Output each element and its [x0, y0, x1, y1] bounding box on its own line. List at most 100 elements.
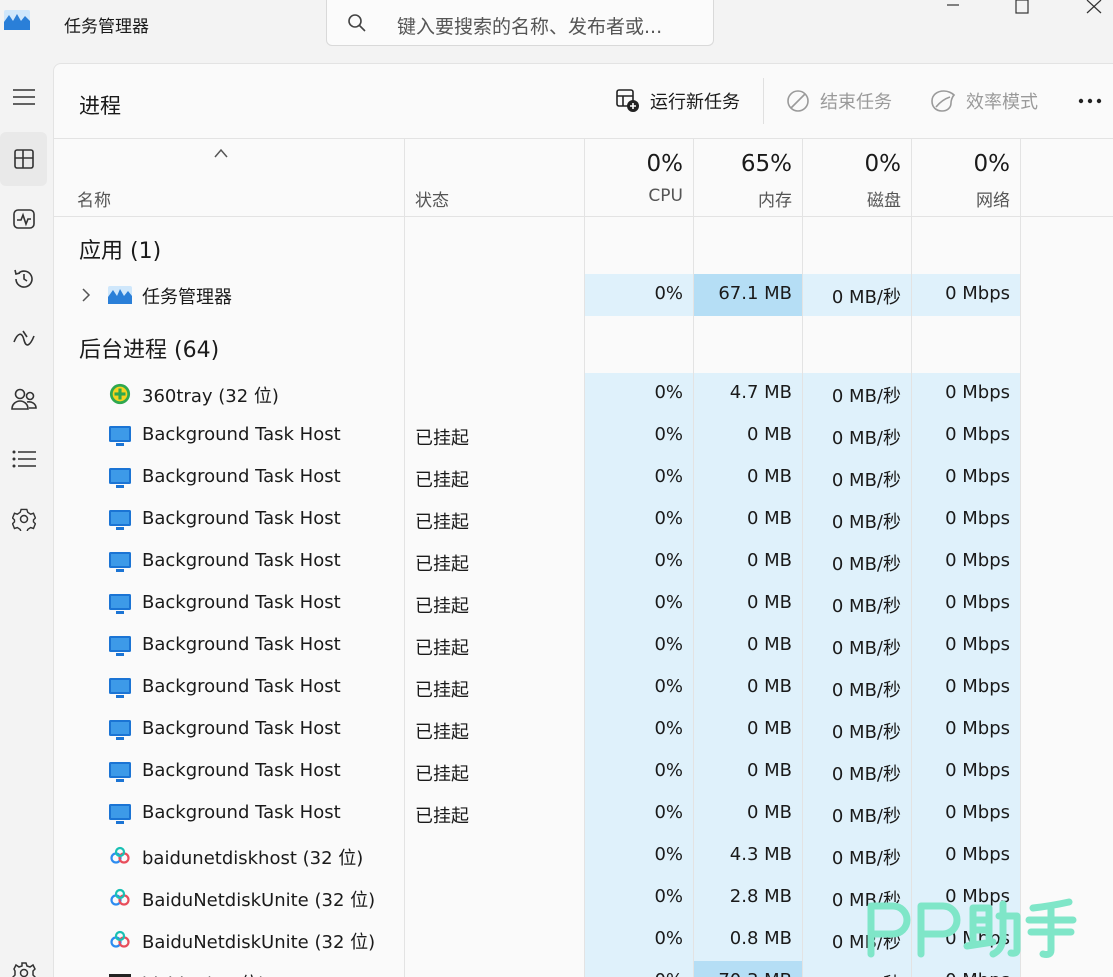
nav-menu-button[interactable] [0, 70, 47, 124]
baidu-netdisk-icon [110, 930, 130, 948]
column-header-name[interactable]: 名称 [77, 186, 111, 211]
table-row[interactable]: bizhiw (32 位) 0% 70.3 MB 0 MB/秒 0 Mbps [54, 961, 1113, 977]
process-name: Background Task Host [142, 424, 341, 445]
nav-item-processes[interactable] [0, 132, 47, 186]
process-disk: 0 MB/秒 [831, 638, 901, 659]
process-network: 0 Mbps [945, 802, 1010, 823]
table-row[interactable]: BaiduNetdiskUnite (32 位) 0% 0.8 MB 0 MB/秒 0 … [54, 919, 1113, 961]
monitor-icon [109, 720, 131, 740]
process-network: 0 Mbps [945, 718, 1010, 739]
process-cpu: 0% [654, 886, 683, 907]
process-network: 0 Mbps [945, 592, 1010, 613]
cpu-total-percent: 0% [646, 151, 684, 177]
end-task-button[interactable]: 结束任务 [786, 86, 892, 116]
process-disk: 0 MB/秒 [831, 848, 901, 869]
process-cpu: 0% [654, 802, 683, 823]
table-row[interactable]: Background Task Host 已挂起 0% 0 MB 0 MB/秒 0 Mbp… [54, 625, 1113, 667]
process-name: Background Task Host [142, 466, 341, 487]
process-disk: 0 MB/秒 [831, 554, 901, 575]
process-disk: 0 MB/秒 [831, 890, 901, 911]
run-new-task-button[interactable]: 运行新任务 [616, 86, 740, 116]
process-name: Background Task Host [142, 634, 341, 655]
table-row[interactable]: Background Task Host 已挂起 0% 0 MB 0 MB/秒 0 Mbp… [54, 751, 1113, 793]
process-memory: 0 MB [746, 634, 792, 655]
nav-item-startup[interactable] [0, 312, 47, 366]
table-row[interactable]: BaiduNetdiskUnite (32 位) 0% 2.8 MB 0 MB/秒 0 … [54, 877, 1113, 919]
process-disk: 0 MB/秒 [831, 680, 901, 701]
hamburger-menu-icon [12, 89, 35, 105]
nav-item-details[interactable] [0, 432, 47, 486]
end-task-label: 结束任务 [820, 92, 892, 113]
column-header-disk[interactable]: 磁盘 [802, 186, 901, 211]
process-cpu: 0% [584, 970, 683, 977]
processes-icon [13, 149, 34, 169]
process-cpu: 0% [654, 283, 683, 304]
monitor-icon [109, 636, 131, 656]
nav-item-performance[interactable] [0, 192, 47, 246]
process-memory: 4.7 MB [729, 382, 792, 403]
table-row[interactable]: Background Task Host 已挂起 0% 0 MB 0 MB/秒 0 Mbp… [54, 709, 1113, 751]
table-row[interactable]: Background Task Host 已挂起 0% 0 MB 0 MB/秒 0 Mbp… [54, 499, 1113, 541]
table-row[interactable]: Background Task Host 已挂起 0% 0 MB 0 MB/秒 0 Mbp… [54, 541, 1113, 583]
table-row[interactable]: Background Task Host 已挂起 0% 0 MB 0 MB/秒 0 Mbp… [54, 583, 1113, 625]
maximize-icon[interactable] [999, 0, 1045, 30]
history-icon [13, 269, 33, 288]
process-cpu: 0% [654, 466, 683, 487]
group-title-apps: 应用 (1) [79, 239, 162, 264]
table-row[interactable]: 360tray (32 位) 0% 4.7 MB 0 MB/秒 0 Mbps [54, 373, 1113, 415]
search-input[interactable]: 键入要搜索的名称、发布者或... [326, 0, 714, 46]
process-memory: 0 MB [746, 508, 792, 529]
process-cpu: 0% [654, 676, 683, 697]
table-row[interactable]: Background Task Host 已挂起 0% 0 MB 0 MB/秒 0 Mbp… [54, 415, 1113, 457]
minimize-icon[interactable] [930, 0, 976, 30]
baidu-netdisk-icon [110, 888, 130, 906]
process-disk: 0 MB/秒 [831, 287, 901, 308]
table-row[interactable]: Background Task Host 已挂起 0% 0 MB 0 MB/秒 0 Mbp… [54, 667, 1113, 709]
sort-ascending-icon[interactable] [213, 147, 229, 159]
process-cpu: 0% [654, 718, 683, 739]
process-name: Background Task Host [142, 592, 341, 613]
column-header-network[interactable]: 网络 [911, 186, 1010, 211]
column-header-memory[interactable]: 内存 [693, 186, 792, 211]
monitor-icon [109, 468, 131, 488]
app-icon [109, 974, 131, 977]
table-row[interactable]: baidunetdiskhost (32 位) 0% 4.3 MB 0 MB/秒 0 M… [54, 835, 1113, 877]
process-disk: 0 MB/秒 [802, 970, 901, 977]
column-header-status[interactable]: 状态 [415, 186, 449, 211]
column-header-cpu[interactable]: CPU [584, 186, 683, 206]
nav-item-users[interactable] [0, 372, 47, 426]
process-cpu: 0% [654, 424, 683, 445]
nav-item-app-history[interactable] [0, 252, 47, 306]
efficiency-mode-button[interactable]: 效率模式 [930, 86, 1038, 116]
process-memory: 0 MB [746, 550, 792, 571]
process-name: BaiduNetdiskUnite (32 位) [142, 932, 376, 953]
chevron-right-icon[interactable] [80, 287, 92, 303]
process-name: Background Task Host [142, 718, 341, 739]
process-network: 0 Mbps [945, 283, 1010, 304]
process-disk: 0 MB/秒 [831, 722, 901, 743]
process-memory: 4.3 MB [729, 844, 792, 865]
process-status: 已挂起 [415, 764, 469, 785]
process-cpu: 0% [654, 844, 683, 865]
table-row[interactable]: 任务管理器 0% 67.1 MB 0 MB/秒 0 Mbps [54, 274, 1113, 316]
memory-total-percent: 65% [740, 151, 792, 177]
process-table: 名称 状态 0% CPU 65% 内存 0% 磁盘 0% 网络 应用 (1) 后… [54, 139, 1113, 977]
process-network: 0 Mbps [945, 844, 1010, 865]
process-network: 0 Mbps [945, 928, 1010, 949]
process-name: baidunetdiskhost (32 位) [142, 848, 364, 869]
table-row[interactable]: Background Task Host 已挂起 0% 0 MB 0 MB/秒 0 Mbp… [54, 793, 1113, 835]
more-options-icon[interactable] [1076, 88, 1106, 114]
process-name: Background Task Host [142, 508, 341, 529]
close-icon[interactable] [1070, 0, 1113, 30]
process-status: 已挂起 [415, 470, 469, 491]
process-cpu: 0% [654, 382, 683, 403]
nav-item-settings[interactable] [0, 946, 47, 977]
process-status: 已挂起 [415, 512, 469, 533]
process-network: 0 Mbps [945, 886, 1010, 907]
process-status: 已挂起 [415, 554, 469, 575]
process-name: Background Task Host [142, 760, 341, 781]
table-row[interactable]: Background Task Host 已挂起 0% 0 MB 0 MB/秒 0 Mbp… [54, 457, 1113, 499]
nav-item-services[interactable] [0, 492, 47, 546]
process-memory: 0 MB [746, 676, 792, 697]
process-network: 0 Mbps [945, 382, 1010, 403]
